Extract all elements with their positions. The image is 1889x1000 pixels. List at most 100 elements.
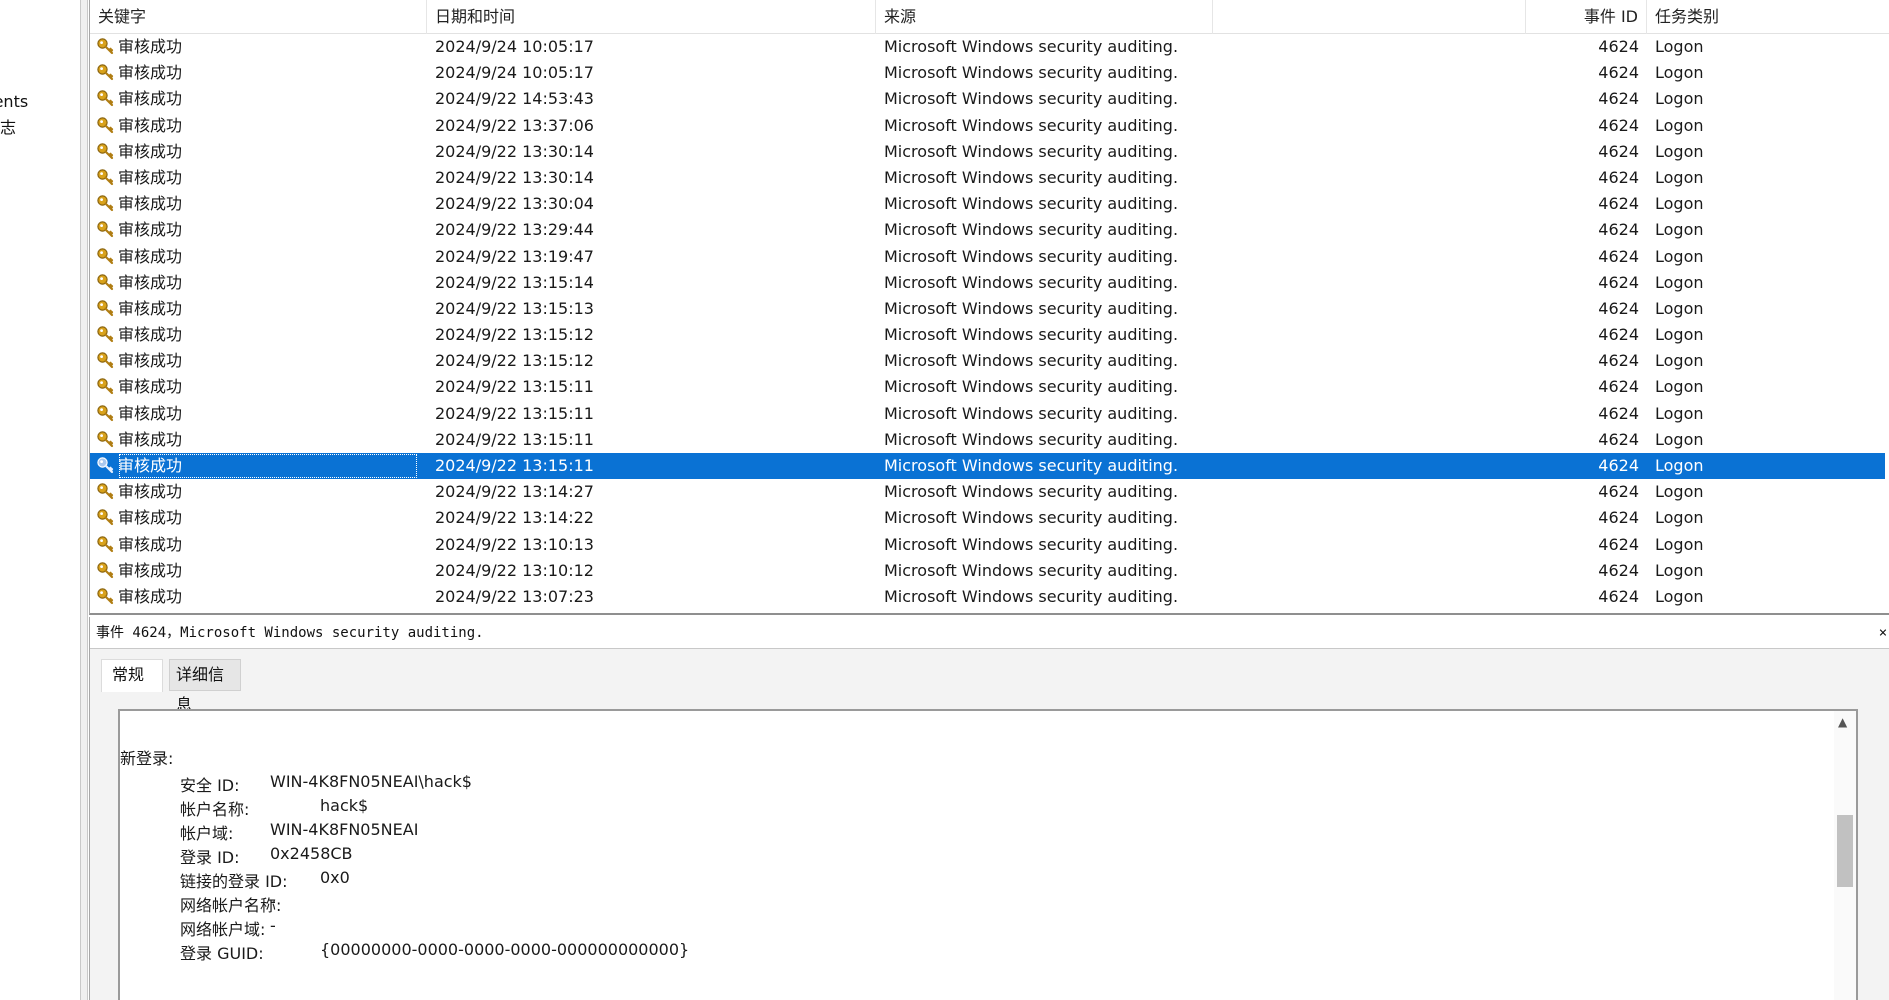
cell-datetime: 2024/9/22 13:15:11 xyxy=(435,456,594,475)
cell-source: Microsoft Windows security auditing. xyxy=(884,429,1179,449)
tree-item-label: Events xyxy=(0,92,29,111)
event-row[interactable]: 审核成功 2024/9/22 13:30:04 Microsoft Windows … xyxy=(90,191,1889,217)
cell-datetime: 2024/9/22 13:14:22 xyxy=(435,508,594,528)
column-header-datetime[interactable]: 日期和时间 xyxy=(427,0,876,34)
cell-task-category: Logon xyxy=(1655,272,1704,292)
column-header-keyword[interactable]: 关键字 xyxy=(90,0,427,34)
cell-keyword: 审核成功 xyxy=(118,167,183,187)
vertical-scrollbar[interactable]: ▲ xyxy=(1834,711,1856,1000)
event-row[interactable]: 审核成功 2024/9/24 10:05:17 Microsoft Windows … xyxy=(90,34,1889,60)
pane-splitter[interactable] xyxy=(80,0,88,1000)
cell-datetime: 2024/9/22 13:15:12 xyxy=(435,325,594,345)
event-row[interactable]: 审核成功 2024/9/22 13:30:14 Microsoft Windows … xyxy=(90,139,1889,165)
cell-source: Microsoft Windows security auditing. xyxy=(884,272,1179,292)
cell-source: Microsoft Windows security auditing. xyxy=(884,325,1179,345)
field-label: 帐户域: xyxy=(180,824,234,843)
cell-source: Microsoft Windows security auditing. xyxy=(884,560,1179,580)
cell-source: Microsoft Windows security auditing. xyxy=(884,63,1179,83)
cell-keyword: 审核成功 xyxy=(118,194,183,214)
event-row[interactable]: 审核成功 2024/9/22 13:10:12 Microsoft Windows … xyxy=(90,558,1889,584)
cell-datetime: 2024/9/22 13:30:04 xyxy=(435,194,594,214)
field-label: 网络帐户域: xyxy=(180,920,266,939)
cell-datetime: 2024/9/22 13:15:14 xyxy=(435,272,594,292)
cell-datetime: 2024/9/22 13:15:13 xyxy=(435,298,594,318)
cell-keyword: 审核成功 xyxy=(118,560,183,580)
cell-keyword: 审核成功 xyxy=(118,377,183,397)
key-icon xyxy=(96,374,116,400)
cell-source: Microsoft Windows security auditing. xyxy=(884,89,1179,109)
cell-datetime: 2024/9/22 13:10:12 xyxy=(435,560,594,580)
cell-event-id: 4624 xyxy=(1598,508,1639,528)
detail-general-content: 新登录: 安全 ID: WIN-4K8FN05NEAI\hack$ 帐户名称: hac… xyxy=(118,709,1858,1000)
key-icon xyxy=(96,505,116,531)
cell-keyword: 审核成功 xyxy=(118,482,183,502)
cell-event-id: 4624 xyxy=(1598,534,1639,554)
column-header-task-category[interactable]: 任务类别 xyxy=(1647,0,1887,34)
field-label: 帐户名称: xyxy=(180,800,250,819)
key-icon xyxy=(96,453,116,479)
cell-source: Microsoft Windows security auditing. xyxy=(884,167,1179,187)
field-value: hack$ xyxy=(320,796,369,815)
event-row[interactable]: 审核成功 2024/9/22 13:19:47 Microsoft Windows … xyxy=(90,244,1889,270)
event-row[interactable]: 审核成功 2024/9/22 13:07:23 Microsoft Windows … xyxy=(90,584,1889,610)
cell-source: Microsoft Windows security auditing. xyxy=(884,586,1179,606)
field-label: 登录 ID: xyxy=(180,848,240,867)
cell-keyword: 审核成功 xyxy=(118,429,183,449)
event-row[interactable]: 审核成功 2024/9/24 10:05:17 Microsoft Windows … xyxy=(90,60,1889,86)
scroll-up-arrow-icon[interactable]: ▲ xyxy=(1838,715,1847,729)
field-label: 登录 GUID: xyxy=(180,944,264,963)
event-row[interactable]: 审核成功 2024/9/22 13:14:27 Microsoft Windows … xyxy=(90,479,1889,505)
key-icon xyxy=(96,296,116,322)
key-icon xyxy=(96,270,116,296)
cell-task-category: Logon xyxy=(1655,456,1704,475)
section-heading: 新登录: xyxy=(120,749,174,768)
event-row[interactable]: 审核成功 2024/9/22 13:29:44 Microsoft Windows … xyxy=(90,217,1889,243)
event-row[interactable]: 审核成功 2024/9/22 14:53:43 Microsoft Windows … xyxy=(90,86,1889,112)
event-row[interactable]: 审核成功 2024/9/22 13:15:11 Microsoft Windows … xyxy=(90,427,1889,453)
tree-item-events[interactable]: Events xyxy=(0,92,28,111)
cell-event-id: 4624 xyxy=(1598,115,1639,135)
cell-source: Microsoft Windows security auditing. xyxy=(884,377,1179,397)
field-value: WIN-4K8FN05NEAI xyxy=(270,820,419,839)
event-row[interactable]: 审核成功 2024/9/22 13:15:13 Microsoft Windows … xyxy=(90,296,1889,322)
event-row[interactable]: 审核成功 2024/9/22 13:14:22 Microsoft Windows … xyxy=(90,505,1889,531)
cell-keyword: 审核成功 xyxy=(118,272,183,292)
cell-datetime: 2024/9/22 13:30:14 xyxy=(435,141,594,161)
cell-datetime: 2024/9/22 13:30:14 xyxy=(435,167,594,187)
cell-event-id: 4624 xyxy=(1598,403,1639,423)
event-row[interactable]: 审核成功 2024/9/22 13:15:14 Microsoft Windows … xyxy=(90,270,1889,296)
cell-keyword: 审核成功 xyxy=(118,37,183,56)
column-header-source[interactable]: 来源 xyxy=(876,0,1213,34)
cell-keyword: 审核成功 xyxy=(118,220,183,240)
field-label: 安全 ID: xyxy=(180,776,240,795)
event-row[interactable]: 审核成功 2024/9/22 13:10:13 Microsoft Windows … xyxy=(90,532,1889,558)
close-icon[interactable]: × xyxy=(1876,617,1889,649)
key-icon xyxy=(96,34,116,60)
event-row[interactable]: 审核成功 2024/9/22 13:15:12 Microsoft Windows … xyxy=(90,348,1889,374)
cell-source: Microsoft Windows security auditing. xyxy=(884,220,1179,240)
event-row[interactable]: 审核成功 2024/9/22 13:15:11 Microsoft Windows … xyxy=(90,374,1889,400)
event-row[interactable]: 审核成功 2024/9/22 13:37:06 Microsoft Windows … xyxy=(90,113,1889,139)
column-header-event-id[interactable]: 事件 ID xyxy=(1526,0,1647,34)
tab-general[interactable]: 常规 xyxy=(101,659,163,692)
key-icon xyxy=(96,558,116,584)
tree-item-log[interactable]: 日志 xyxy=(0,114,16,138)
key-icon xyxy=(96,401,116,427)
event-viewer-window: Events 日志 关键字 日期和时间 来源 事件 ID 任务类别 审核成功 20… xyxy=(0,0,1889,1000)
detail-title: 事件 4624，Microsoft Windows security audit… xyxy=(90,617,1889,649)
tab-details[interactable]: 详细信息 xyxy=(169,659,241,714)
cell-keyword: 审核成功 xyxy=(118,63,183,83)
field-value: WIN-4K8FN05NEAI\hack$ xyxy=(270,772,472,791)
event-row-selected[interactable]: 审核成功 2024/9/22 13:15:11 Microsoft Windows … xyxy=(90,453,1885,480)
cell-datetime: 2024/9/22 13:15:11 xyxy=(435,377,594,397)
cell-event-id: 4624 xyxy=(1598,194,1639,214)
event-row[interactable]: 审核成功 2024/9/22 13:30:14 Microsoft Windows … xyxy=(90,165,1889,191)
event-row[interactable]: 审核成功 2024/9/22 13:15:12 Microsoft Windows … xyxy=(90,322,1889,348)
cell-datetime: 2024/9/22 13:10:13 xyxy=(435,534,594,554)
cell-event-id: 4624 xyxy=(1598,37,1639,56)
scroll-thumb[interactable] xyxy=(1837,815,1853,887)
cell-event-id: 4624 xyxy=(1598,298,1639,318)
event-row[interactable]: 审核成功 2024/9/22 13:15:11 Microsoft Windows … xyxy=(90,401,1889,427)
cell-task-category: Logon xyxy=(1655,560,1704,580)
cell-datetime: 2024/9/22 13:15:11 xyxy=(435,403,594,423)
